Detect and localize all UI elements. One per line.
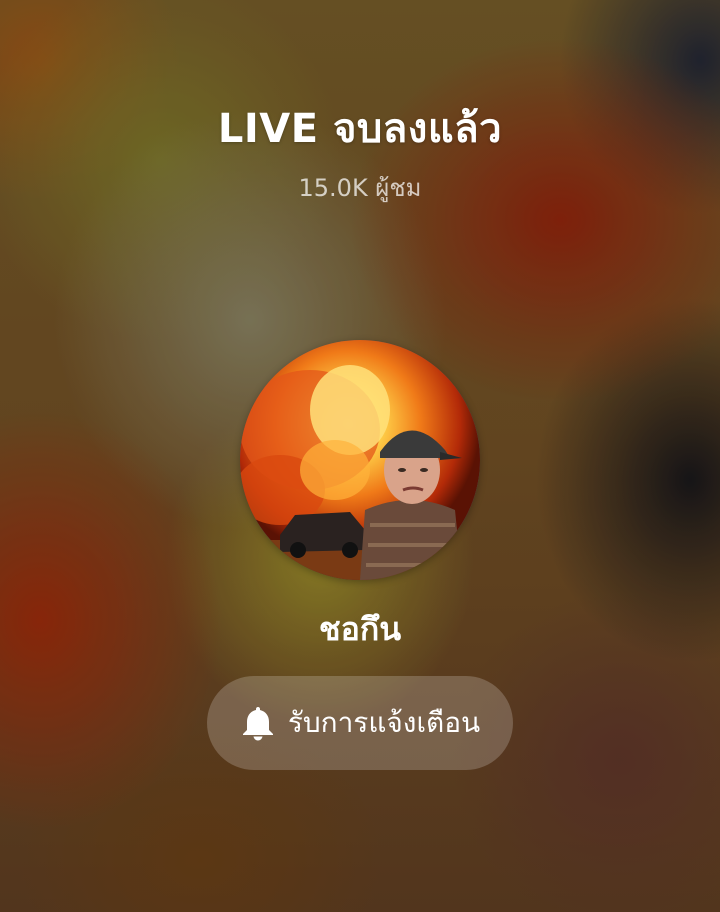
live-ended-title: LIVE จบลงแล้ว xyxy=(217,106,503,152)
get-notifications-button[interactable]: รับการแจ้งเตือน xyxy=(207,676,513,770)
host-avatar[interactable] xyxy=(240,340,480,580)
get-notifications-label: รับการแจ้งเตือน xyxy=(287,706,481,739)
live-ended-screen: LIVE จบลงแล้ว 15.0K ผู้ชม ชอกึน รับการแจ… xyxy=(0,0,720,912)
viewer-count: 15.0K ผู้ชม xyxy=(298,174,422,202)
host-name: ชอกึน xyxy=(318,610,402,648)
avatar-image xyxy=(240,340,480,580)
bell-icon xyxy=(240,705,276,741)
